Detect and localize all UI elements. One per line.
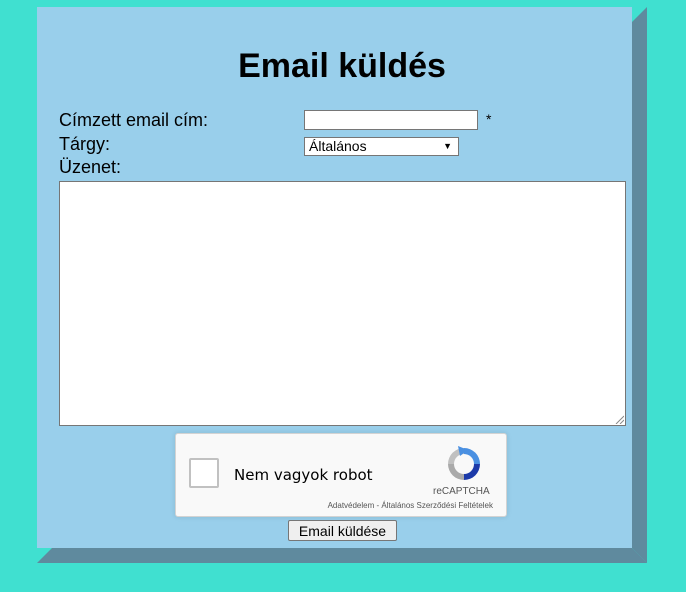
send-email-button[interactable]: Email küldése: [288, 520, 397, 541]
captcha-checkbox-label: Nem vagyok robot: [234, 466, 373, 484]
subject-select[interactable]: Általános ▼: [304, 137, 459, 156]
recaptcha-widget: Nem vagyok robot reCAPTCHA Adatvédelem -…: [175, 433, 507, 517]
subject-label: Tárgy:: [59, 134, 111, 154]
recaptcha-brand-label: reCAPTCHA: [433, 486, 490, 497]
page-title: Email küldés: [238, 47, 446, 85]
dropdown-arrow-icon: ▼: [443, 141, 452, 151]
email-form-card: Email küldés Címzett email cím: * Tárgy:…: [37, 7, 632, 548]
recaptcha-logo-icon: [448, 446, 480, 480]
message-textarea[interactable]: [59, 181, 626, 426]
email-label: Címzett email cím:: [59, 110, 209, 130]
message-label: Üzenet:: [59, 157, 122, 177]
card-bevel-right: [632, 7, 647, 563]
subject-selected-value: Általános: [309, 138, 367, 154]
captcha-checkbox[interactable]: [189, 458, 219, 488]
email-field[interactable]: [304, 110, 478, 130]
card-bevel-bottom: [37, 548, 647, 563]
recaptcha-terms-links[interactable]: Adatvédelem - Általános Szerződési Felté…: [328, 501, 493, 510]
resize-grip-icon[interactable]: [615, 415, 624, 424]
required-marker: *: [486, 111, 492, 127]
